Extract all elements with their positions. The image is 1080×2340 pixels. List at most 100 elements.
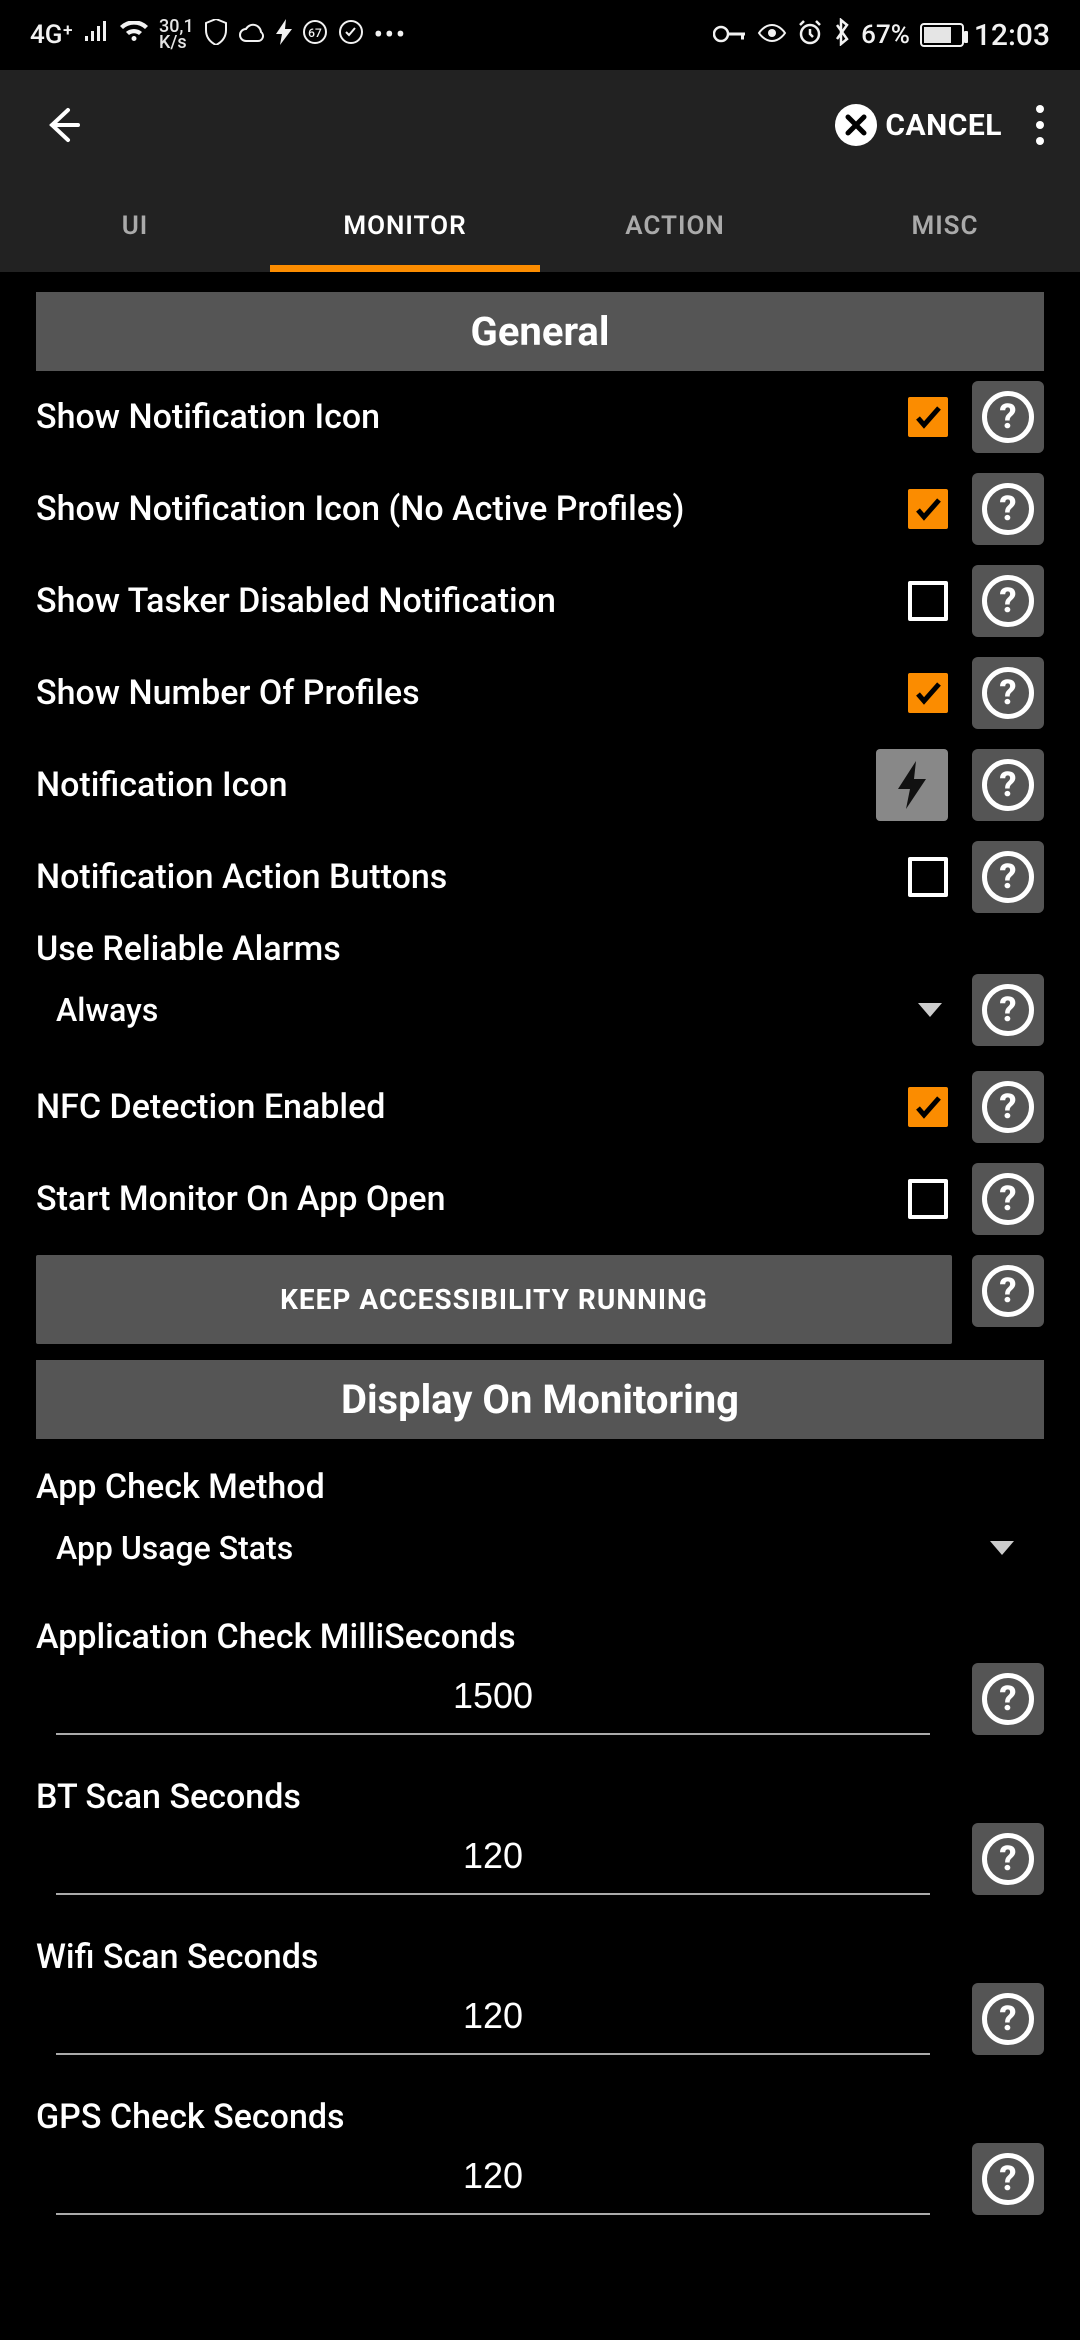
checkbox[interactable]: [908, 581, 948, 621]
label-app-check-ms: Application Check MilliSeconds: [36, 1617, 1044, 1657]
help-button[interactable]: ?: [972, 1255, 1044, 1327]
help-button[interactable]: ?: [972, 974, 1044, 1046]
help-button[interactable]: ?: [972, 381, 1044, 453]
row-nfc-detection[interactable]: NFC Detection Enabled ?: [36, 1061, 1044, 1153]
data-speed: 30,1 K/s: [159, 19, 194, 51]
tab-action[interactable]: ACTION: [540, 180, 810, 272]
label: Show Number Of Profiles: [36, 671, 908, 715]
label-wifi-scan-sec: Wifi Scan Seconds: [36, 1937, 1044, 1977]
input-gps-check-sec[interactable]: [56, 2145, 930, 2215]
row-show-notification-icon[interactable]: Show Notification Icon ?: [36, 371, 1044, 463]
chevron-down-icon: [918, 1003, 942, 1017]
help-icon: ?: [982, 851, 1034, 903]
row-notification-action-buttons[interactable]: Notification Action Buttons ?: [36, 831, 1044, 923]
chevron-down-icon: [990, 1541, 1014, 1555]
help-icon: ?: [982, 667, 1034, 719]
help-button[interactable]: ?: [972, 1163, 1044, 1235]
help-icon: ?: [982, 2153, 1034, 2205]
help-button[interactable]: ?: [972, 2143, 1044, 2215]
checkbox[interactable]: [908, 489, 948, 529]
input-bt-scan-sec[interactable]: [56, 1825, 930, 1895]
help-button[interactable]: ?: [972, 1823, 1044, 1895]
help-button[interactable]: ?: [972, 1071, 1044, 1143]
overflow-menu-button[interactable]: [1030, 99, 1050, 151]
status-circle-icon: 67: [302, 19, 328, 52]
tab-misc[interactable]: MISC: [810, 180, 1080, 272]
lightning-bolt-icon: [894, 761, 930, 809]
label: NFC Detection Enabled: [36, 1085, 908, 1129]
help-icon: ?: [982, 483, 1034, 535]
dropdown-use-reliable-alarms[interactable]: Always: [36, 975, 972, 1045]
tab-bar: UI MONITOR ACTION MISC: [0, 180, 1080, 272]
help-icon: ?: [982, 1673, 1034, 1725]
cancel-button[interactable]: CANCEL: [835, 104, 1002, 146]
help-button[interactable]: ?: [972, 473, 1044, 545]
tab-monitor[interactable]: MONITOR: [270, 180, 540, 272]
cloud-icon: [238, 20, 266, 50]
help-button[interactable]: ?: [972, 1983, 1044, 2055]
checkbox[interactable]: [908, 1087, 948, 1127]
help-button[interactable]: ?: [972, 565, 1044, 637]
checkbox[interactable]: [908, 857, 948, 897]
svg-text:67: 67: [308, 26, 322, 40]
status-left: 4G⁺ 30,1 K/s 67 •••: [30, 19, 407, 52]
checkbox[interactable]: [908, 397, 948, 437]
checkbox[interactable]: [908, 1179, 948, 1219]
bolt-status-icon: [276, 19, 292, 52]
back-button[interactable]: [40, 102, 86, 148]
help-icon: ?: [982, 1081, 1034, 1133]
more-icon: •••: [374, 20, 407, 50]
clock-text: 12:03: [974, 18, 1050, 53]
label: Show Notification Icon: [36, 395, 908, 439]
cancel-label: CANCEL: [885, 108, 1002, 143]
notification-icon-picker[interactable]: [876, 749, 948, 821]
dropdown-value: App Usage Stats: [56, 1529, 293, 1567]
label-bt-scan-sec: BT Scan Seconds: [36, 1777, 1044, 1817]
settings-content[interactable]: General Show Notification Icon ? Show No…: [0, 272, 1080, 2229]
label-use-reliable-alarms: Use Reliable Alarms: [36, 929, 1044, 969]
bluetooth-icon: [833, 18, 851, 53]
row-wifi-scan-sec: ?: [36, 1977, 1044, 2069]
row-bt-scan-sec: ?: [36, 1817, 1044, 1909]
help-button[interactable]: ?: [972, 1663, 1044, 1735]
cancel-icon: [835, 104, 877, 146]
row-use-reliable-alarms: Always ?: [36, 969, 1044, 1061]
row-show-tasker-disabled[interactable]: Show Tasker Disabled Notification ?: [36, 555, 1044, 647]
row-start-monitor-on-app-open[interactable]: Start Monitor On App Open ?: [36, 1153, 1044, 1245]
label: Show Notification Icon (No Active Profil…: [36, 487, 908, 531]
label-gps-check-sec: GPS Check Seconds: [36, 2097, 1044, 2137]
help-icon: ?: [982, 1833, 1034, 1885]
eye-icon: [757, 20, 787, 50]
help-icon: ?: [982, 984, 1034, 1036]
row-keep-accessibility: KEEP ACCESSIBILITY RUNNING ?: [36, 1245, 1044, 1354]
input-app-check-ms[interactable]: [56, 1665, 930, 1735]
row-app-check-ms: ?: [36, 1657, 1044, 1749]
label-app-check-method: App Check Method: [36, 1467, 1044, 1507]
label: Notification Icon: [36, 763, 876, 807]
input-wifi-scan-sec[interactable]: [56, 1985, 930, 2055]
help-button[interactable]: ?: [972, 657, 1044, 729]
help-button[interactable]: ?: [972, 749, 1044, 821]
dropdown-app-check-method[interactable]: App Usage Stats: [36, 1507, 1044, 1589]
label: Start Monitor On App Open: [36, 1177, 908, 1221]
label: Notification Action Buttons: [36, 855, 908, 899]
checkbox[interactable]: [908, 673, 948, 713]
row-show-notification-icon-no-active[interactable]: Show Notification Icon (No Active Profil…: [36, 463, 1044, 555]
signal-icon: [83, 20, 109, 50]
status-right: 67% 12:03: [713, 18, 1050, 53]
status-bar: 4G⁺ 30,1 K/s 67 •••: [0, 0, 1080, 70]
key-icon: [713, 20, 747, 50]
row-notification-icon[interactable]: Notification Icon ?: [36, 739, 1044, 831]
help-icon: ?: [982, 1173, 1034, 1225]
help-button[interactable]: ?: [972, 841, 1044, 913]
help-icon: ?: [982, 391, 1034, 443]
wifi-icon: [119, 20, 149, 50]
help-icon: ?: [982, 1993, 1034, 2045]
status-misc-icon: [338, 19, 364, 52]
row-show-number-profiles[interactable]: Show Number Of Profiles ?: [36, 647, 1044, 739]
tab-ui[interactable]: UI: [0, 180, 270, 272]
label: Show Tasker Disabled Notification: [36, 579, 908, 623]
alarm-icon: [797, 19, 823, 52]
row-gps-check-sec: ?: [36, 2137, 1044, 2229]
keep-accessibility-button[interactable]: KEEP ACCESSIBILITY RUNNING: [36, 1255, 952, 1344]
